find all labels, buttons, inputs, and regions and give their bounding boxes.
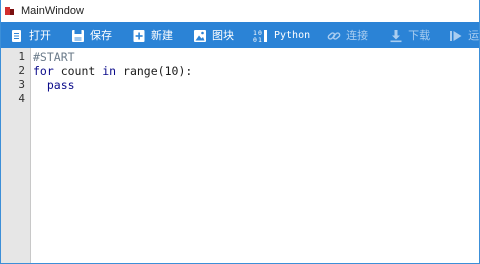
link-icon bbox=[327, 28, 341, 42]
blocks-image-icon bbox=[193, 28, 207, 42]
new-file-icon bbox=[132, 28, 146, 42]
save-button[interactable]: 保存 bbox=[71, 22, 112, 48]
line-number: 3 bbox=[18, 78, 25, 91]
main-window: MainWindow 打开 保存 新建 图块 1 0 0 1 Python 连接… bbox=[0, 0, 480, 264]
new-button[interactable]: 新建 bbox=[132, 22, 173, 48]
code-call: range( bbox=[116, 64, 165, 78]
code-line-3: pass bbox=[33, 78, 75, 92]
line-number: 1 bbox=[18, 50, 25, 63]
line-number: 2 bbox=[18, 64, 25, 77]
blocks-button[interactable]: 图块 bbox=[193, 22, 234, 48]
svg-text:0: 0 bbox=[253, 36, 257, 43]
python-button[interactable]: 1001 Python bbox=[253, 22, 310, 48]
run-button[interactable]: 运行 bbox=[449, 22, 480, 48]
run-button-label: 运行 bbox=[468, 29, 480, 42]
download-button-label: 下载 bbox=[408, 29, 431, 42]
code-close: ): bbox=[178, 64, 193, 78]
save-icon bbox=[71, 28, 85, 42]
code-line-1: #START bbox=[33, 50, 75, 64]
run-icon bbox=[449, 28, 463, 42]
code-variable: count bbox=[53, 64, 103, 78]
line-number-gutter: 1 2 3 4 bbox=[1, 48, 30, 263]
app-icon bbox=[5, 6, 15, 16]
keyword-for: for bbox=[33, 64, 54, 78]
window-title: MainWindow bbox=[21, 5, 84, 17]
connect-button-label: 连接 bbox=[346, 29, 369, 42]
open-button[interactable]: 打开 bbox=[10, 22, 51, 48]
blocks-button-label: 图块 bbox=[212, 29, 234, 42]
code-number: 10 bbox=[164, 64, 179, 78]
keyword-pass: pass bbox=[46, 78, 75, 92]
svg-text:1: 1 bbox=[258, 36, 262, 43]
open-button-label: 打开 bbox=[29, 29, 51, 42]
line-number: 4 bbox=[18, 92, 25, 105]
title-bar: MainWindow bbox=[1, 0, 479, 22]
new-button-label: 新建 bbox=[151, 29, 173, 42]
code-line-2: for count in range(10): bbox=[33, 64, 192, 78]
python-code-icon: 1001 bbox=[253, 28, 269, 44]
toolbar: 打开 保存 新建 图块 1001 Python 连接 下载 运 bbox=[1, 22, 479, 48]
code-comment: #START bbox=[33, 50, 75, 64]
gutter-separator bbox=[30, 48, 31, 263]
open-file-icon bbox=[10, 28, 24, 42]
keyword-in: in bbox=[102, 64, 117, 78]
code-editor[interactable]: 1 2 3 4 #START for count in range(10): p… bbox=[1, 48, 479, 263]
save-button-label: 保存 bbox=[90, 29, 112, 42]
connect-button[interactable]: 连接 bbox=[327, 22, 368, 48]
download-button[interactable]: 下载 bbox=[389, 22, 430, 48]
python-button-label: Python bbox=[274, 29, 311, 41]
download-icon bbox=[389, 28, 403, 43]
